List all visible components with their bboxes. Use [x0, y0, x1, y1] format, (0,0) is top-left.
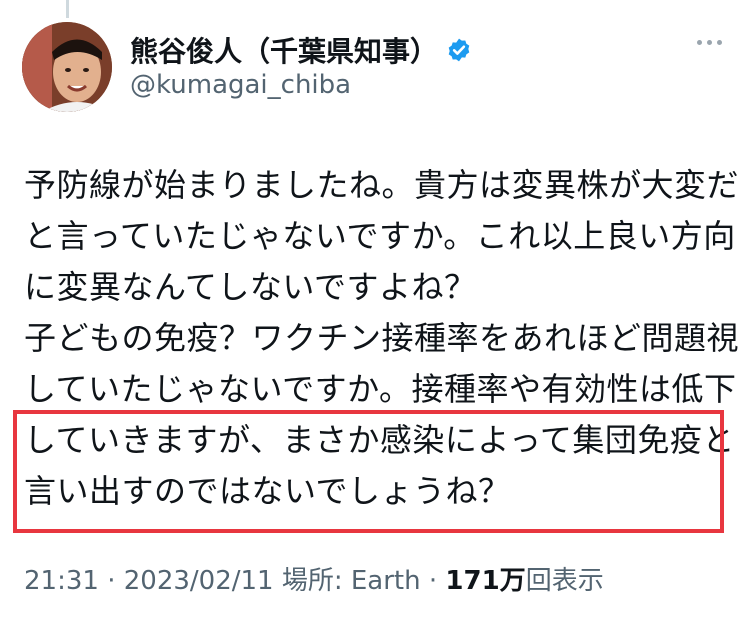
meta-separator: ·: [98, 566, 124, 596]
avatar[interactable]: [22, 22, 112, 112]
meta-separator: ·: [420, 566, 446, 596]
more-icon[interactable]: [697, 40, 722, 45]
tweet-line: していたじゃないですか。接種率や有効性は低下: [24, 370, 737, 408]
verified-badge-icon: [448, 38, 470, 62]
tweet-line: と言っていたじゃないですか。これ以上良い方向: [24, 217, 736, 255]
tweet-line: 予防線が始まりましたね。貴方は変異株が大変だ: [24, 166, 740, 204]
views-count: 171万: [445, 566, 526, 596]
highlight-annotation-box: [13, 410, 724, 533]
tweet-date[interactable]: 2023/02/11: [124, 566, 274, 596]
tweet-line: に変異なんてしないですよね？: [24, 268, 477, 306]
author-name-row: 熊谷俊人（千葉県知事）: [130, 30, 472, 70]
tweet-meta: 21:31 · 2023/02/11 場所: Earth · 171万回表示: [24, 560, 604, 597]
views-label: 回表示: [525, 566, 604, 596]
author-display-name[interactable]: 熊谷俊人（千葉県知事）: [130, 30, 438, 70]
avatar-image: [22, 22, 112, 112]
tweet-line: 子どもの免疫？ワクチン接種率をあれほど問題視: [24, 319, 740, 357]
tweet-location: 場所: Earth: [273, 566, 421, 596]
tweet-time[interactable]: 21:31: [24, 566, 99, 596]
author-handle[interactable]: @kumagai_chiba: [130, 70, 351, 100]
thread-connector-line: [66, 0, 69, 18]
